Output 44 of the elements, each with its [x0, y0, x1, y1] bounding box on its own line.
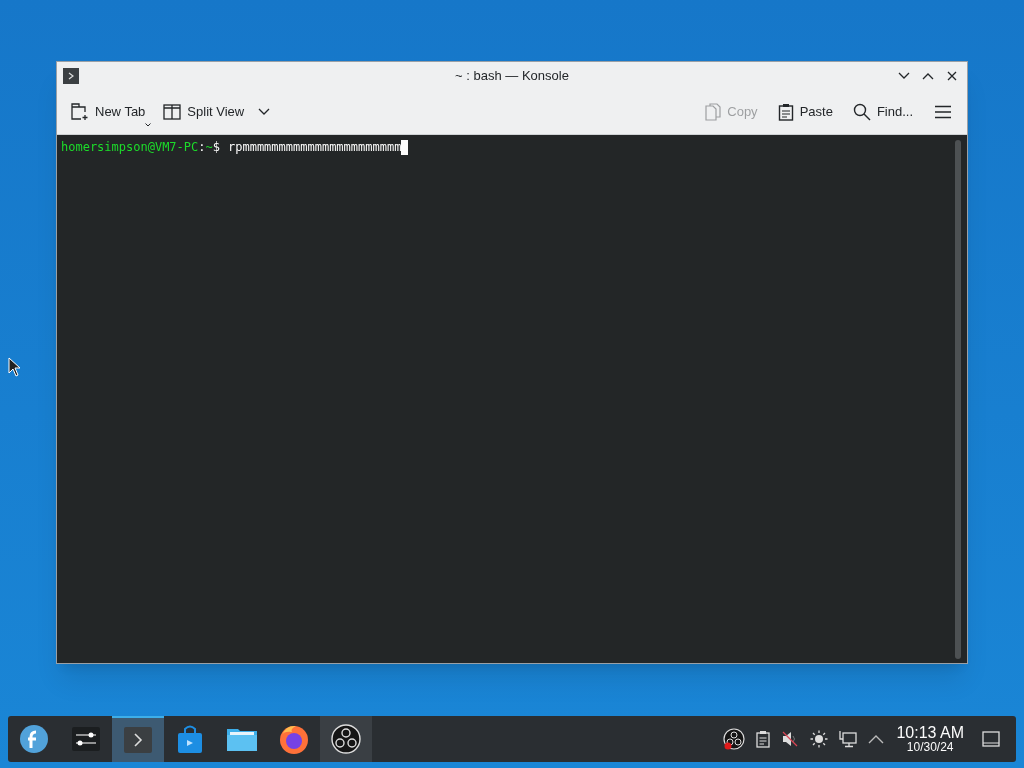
- close-icon: [947, 70, 957, 81]
- find-button[interactable]: Find...: [852, 101, 913, 122]
- clipboard-icon: [756, 730, 771, 748]
- terminal-icon: [123, 726, 153, 754]
- sliders-icon: [71, 726, 101, 752]
- prompt-text: homersimpson@VM7-PC:~$: [61, 139, 220, 156]
- clock-time[interactable]: 10:13 AM: [896, 725, 964, 741]
- show-desktop-icon: [982, 731, 1000, 747]
- tray-icon-button[interactable]: [839, 730, 858, 748]
- tray-icon-button[interactable]: [781, 730, 800, 748]
- new-tab-icon: [71, 102, 89, 121]
- paste-icon: [777, 102, 794, 121]
- search-icon: [852, 102, 871, 121]
- text-cursor: [401, 140, 409, 155]
- new-tab-button[interactable]: New Tab: [71, 101, 146, 122]
- show-hidden-icons-button[interactable]: [868, 734, 885, 744]
- menu-icon: [934, 104, 952, 119]
- obs-logo-icon: [723, 728, 746, 750]
- chevron-up-icon: [868, 734, 885, 744]
- mouse-cursor-icon: [8, 357, 20, 377]
- clock-date[interactable]: 10/30/24: [906, 741, 954, 753]
- tray-icon-button[interactable]: [756, 730, 771, 748]
- folder-icon: [226, 726, 258, 752]
- muted-speaker-icon: [781, 730, 800, 748]
- paste-button[interactable]: Paste: [777, 101, 833, 122]
- command-text: rpmmmmmmmmmmmmmmmmmmmmmm: [228, 139, 402, 156]
- caret-icon: [258, 107, 271, 116]
- split-view-icon: [163, 103, 182, 120]
- shopping-bag-icon: [176, 724, 204, 754]
- show-desktop-button[interactable]: [980, 728, 1002, 750]
- caret-icon: [145, 123, 152, 128]
- terminal-app-icon: [63, 67, 79, 84]
- scrollbar[interactable]: [955, 140, 961, 659]
- obs-logo-icon: [331, 724, 361, 754]
- chevron-up-icon: [922, 71, 934, 80]
- sun-icon: [810, 730, 829, 748]
- fedora-logo-icon: [19, 724, 49, 754]
- terminal-area[interactable]: homersimpson@VM7-PC:~$ rpmmmmmmmmmmmmmmmmmmmmmm: [57, 135, 967, 663]
- split-button[interactable]: Split View: [163, 101, 271, 122]
- copy-icon: [705, 102, 722, 121]
- taskbar-app-button[interactable]: [320, 716, 372, 762]
- chevron-down-icon: [898, 71, 910, 80]
- window-title: ~ : bash — Konsole: [455, 66, 569, 85]
- wired-network-icon: [839, 730, 858, 748]
